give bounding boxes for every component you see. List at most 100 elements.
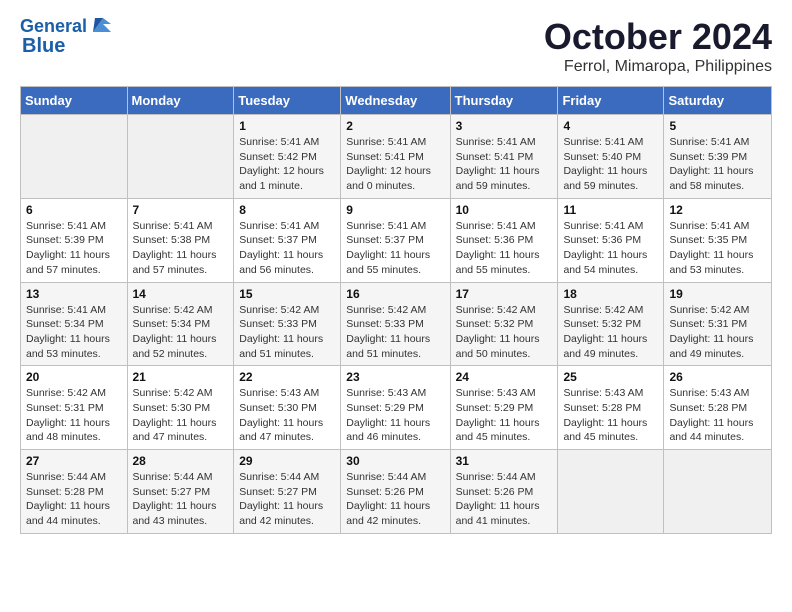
day-number: 7 xyxy=(133,203,229,217)
calendar-cell: 25Sunrise: 5:43 AMSunset: 5:28 PMDayligh… xyxy=(558,366,664,450)
day-number: 25 xyxy=(563,370,658,384)
calendar-cell: 12Sunrise: 5:41 AMSunset: 5:35 PMDayligh… xyxy=(664,198,772,282)
day-info: Sunrise: 5:43 AMSunset: 5:29 PMDaylight:… xyxy=(456,386,553,445)
day-info: Sunrise: 5:41 AMSunset: 5:42 PMDaylight:… xyxy=(239,135,335,194)
calendar-cell: 22Sunrise: 5:43 AMSunset: 5:30 PMDayligh… xyxy=(234,366,341,450)
calendar-cell: 8 Sunrise: 5:41 AMSunset: 5:37 PMDaylight… xyxy=(234,198,341,282)
calendar-cell: 17Sunrise: 5:42 AMSunset: 5:32 PMDayligh… xyxy=(450,282,558,366)
calendar-week-row: 6 Sunrise: 5:41 AMSunset: 5:39 PMDaylight… xyxy=(21,198,772,282)
day-info: Sunrise: 5:41 AMSunset: 5:38 PMDaylight:… xyxy=(133,219,229,278)
day-number: 26 xyxy=(669,370,766,384)
day-info: Sunrise: 5:44 AMSunset: 5:28 PMDaylight:… xyxy=(26,470,122,529)
calendar-cell: 20 Sunrise: 5:42 AMSunset: 5:31 PMDayligh… xyxy=(21,366,128,450)
day-info: Sunrise: 5:43 AMSunset: 5:29 PMDaylight:… xyxy=(346,386,444,445)
day-info: Sunrise: 5:42 AMSunset: 5:33 PMDaylight:… xyxy=(346,303,444,362)
calendar-cell: 14Sunrise: 5:42 AMSunset: 5:34 PMDayligh… xyxy=(127,282,234,366)
logo-bird-icon xyxy=(89,14,111,36)
calendar-cell: 13 Sunrise: 5:41 AMSunset: 5:34 PMDayligh… xyxy=(21,282,128,366)
day-info: Sunrise: 5:41 AMSunset: 5:37 PMDaylight:… xyxy=(346,219,444,278)
calendar-week-row: 20 Sunrise: 5:42 AMSunset: 5:31 PMDayligh… xyxy=(21,366,772,450)
calendar-cell: 11 Sunrise: 5:41 AMSunset: 5:36 PMDayligh… xyxy=(558,198,664,282)
calendar-week-row: 1 Sunrise: 5:41 AMSunset: 5:42 PMDaylight… xyxy=(21,115,772,199)
day-info: Sunrise: 5:44 AMSunset: 5:26 PMDaylight:… xyxy=(456,470,553,529)
day-number: 5 xyxy=(669,119,766,133)
day-info: Sunrise: 5:41 AMSunset: 5:39 PMDaylight:… xyxy=(669,135,766,194)
day-number: 21 xyxy=(133,370,229,384)
day-number: 3 xyxy=(456,119,553,133)
calendar-cell: 9 Sunrise: 5:41 AMSunset: 5:37 PMDaylight… xyxy=(341,198,450,282)
calendar-subtitle: Ferrol, Mimaropa, Philippines xyxy=(544,58,772,76)
calendar-cell: 28 Sunrise: 5:44 AMSunset: 5:27 PMDayligh… xyxy=(127,450,234,534)
day-number: 9 xyxy=(346,203,444,217)
day-info: Sunrise: 5:44 AMSunset: 5:27 PMDaylight:… xyxy=(133,470,229,529)
calendar-cell: 16 Sunrise: 5:42 AMSunset: 5:33 PMDayligh… xyxy=(341,282,450,366)
day-number: 27 xyxy=(26,454,122,468)
calendar-cell: 27 Sunrise: 5:44 AMSunset: 5:28 PMDayligh… xyxy=(21,450,128,534)
calendar-cell: 4Sunrise: 5:41 AMSunset: 5:40 PMDaylight… xyxy=(558,115,664,199)
day-number: 16 xyxy=(346,287,444,301)
calendar-cell: 24 Sunrise: 5:43 AMSunset: 5:29 PMDayligh… xyxy=(450,366,558,450)
day-info: Sunrise: 5:41 AMSunset: 5:37 PMDaylight:… xyxy=(239,219,335,278)
weekday-header: Friday xyxy=(558,87,664,115)
day-number: 18 xyxy=(563,287,658,301)
day-info: Sunrise: 5:42 AMSunset: 5:32 PMDaylight:… xyxy=(563,303,658,362)
day-number: 29 xyxy=(239,454,335,468)
logo-text-line2: Blue xyxy=(22,34,65,58)
weekday-header: Wednesday xyxy=(341,87,450,115)
day-number: 30 xyxy=(346,454,444,468)
calendar-cell xyxy=(558,450,664,534)
day-number: 1 xyxy=(239,119,335,133)
calendar-cell: 21 Sunrise: 5:42 AMSunset: 5:30 PMDayligh… xyxy=(127,366,234,450)
calendar-cell: 26Sunrise: 5:43 AMSunset: 5:28 PMDayligh… xyxy=(664,366,772,450)
day-info: Sunrise: 5:41 AMSunset: 5:41 PMDaylight:… xyxy=(346,135,444,194)
day-number: 17 xyxy=(456,287,553,301)
weekday-header: Monday xyxy=(127,87,234,115)
day-info: Sunrise: 5:41 AMSunset: 5:34 PMDaylight:… xyxy=(26,303,122,362)
day-number: 20 xyxy=(26,370,122,384)
day-info: Sunrise: 5:42 AMSunset: 5:31 PMDaylight:… xyxy=(26,386,122,445)
day-number: 2 xyxy=(346,119,444,133)
day-info: Sunrise: 5:41 AMSunset: 5:36 PMDaylight:… xyxy=(456,219,553,278)
logo: General Blue xyxy=(20,16,111,58)
day-info: Sunrise: 5:41 AMSunset: 5:36 PMDaylight:… xyxy=(563,219,658,278)
calendar-title: October 2024 xyxy=(544,16,772,58)
calendar-cell: 1 Sunrise: 5:41 AMSunset: 5:42 PMDaylight… xyxy=(234,115,341,199)
calendar-cell xyxy=(127,115,234,199)
calendar-cell: 7 Sunrise: 5:41 AMSunset: 5:38 PMDaylight… xyxy=(127,198,234,282)
day-number: 6 xyxy=(26,203,122,217)
calendar-week-row: 27 Sunrise: 5:44 AMSunset: 5:28 PMDayligh… xyxy=(21,450,772,534)
calendar-cell: 3Sunrise: 5:41 AMSunset: 5:41 PMDaylight… xyxy=(450,115,558,199)
day-info: Sunrise: 5:42 AMSunset: 5:33 PMDaylight:… xyxy=(239,303,335,362)
weekday-header: Sunday xyxy=(21,87,128,115)
calendar-cell xyxy=(664,450,772,534)
day-number: 8 xyxy=(239,203,335,217)
weekday-header: Saturday xyxy=(664,87,772,115)
calendar-cell: 18 Sunrise: 5:42 AMSunset: 5:32 PMDayligh… xyxy=(558,282,664,366)
day-number: 4 xyxy=(563,119,658,133)
calendar-header-row: SundayMondayTuesdayWednesdayThursdayFrid… xyxy=(21,87,772,115)
day-info: Sunrise: 5:42 AMSunset: 5:31 PMDaylight:… xyxy=(669,303,766,362)
day-number: 14 xyxy=(133,287,229,301)
day-number: 23 xyxy=(346,370,444,384)
weekday-header: Thursday xyxy=(450,87,558,115)
page-header: General Blue October 2024 Ferrol, Mimaro… xyxy=(20,16,772,76)
day-info: Sunrise: 5:41 AMSunset: 5:39 PMDaylight:… xyxy=(26,219,122,278)
calendar-cell: 29Sunrise: 5:44 AMSunset: 5:27 PMDayligh… xyxy=(234,450,341,534)
calendar-cell xyxy=(21,115,128,199)
calendar-cell: 31Sunrise: 5:44 AMSunset: 5:26 PMDayligh… xyxy=(450,450,558,534)
day-number: 10 xyxy=(456,203,553,217)
day-number: 11 xyxy=(563,203,658,217)
day-number: 15 xyxy=(239,287,335,301)
day-number: 28 xyxy=(133,454,229,468)
weekday-header: Tuesday xyxy=(234,87,341,115)
calendar-cell: 5 Sunrise: 5:41 AMSunset: 5:39 PMDaylight… xyxy=(664,115,772,199)
day-info: Sunrise: 5:44 AMSunset: 5:26 PMDaylight:… xyxy=(346,470,444,529)
calendar-cell: 10 Sunrise: 5:41 AMSunset: 5:36 PMDayligh… xyxy=(450,198,558,282)
day-number: 13 xyxy=(26,287,122,301)
day-info: Sunrise: 5:42 AMSunset: 5:30 PMDaylight:… xyxy=(133,386,229,445)
day-number: 24 xyxy=(456,370,553,384)
day-info: Sunrise: 5:41 AMSunset: 5:35 PMDaylight:… xyxy=(669,219,766,278)
title-section: October 2024 Ferrol, Mimaropa, Philippin… xyxy=(544,16,772,76)
day-number: 19 xyxy=(669,287,766,301)
day-info: Sunrise: 5:43 AMSunset: 5:30 PMDaylight:… xyxy=(239,386,335,445)
